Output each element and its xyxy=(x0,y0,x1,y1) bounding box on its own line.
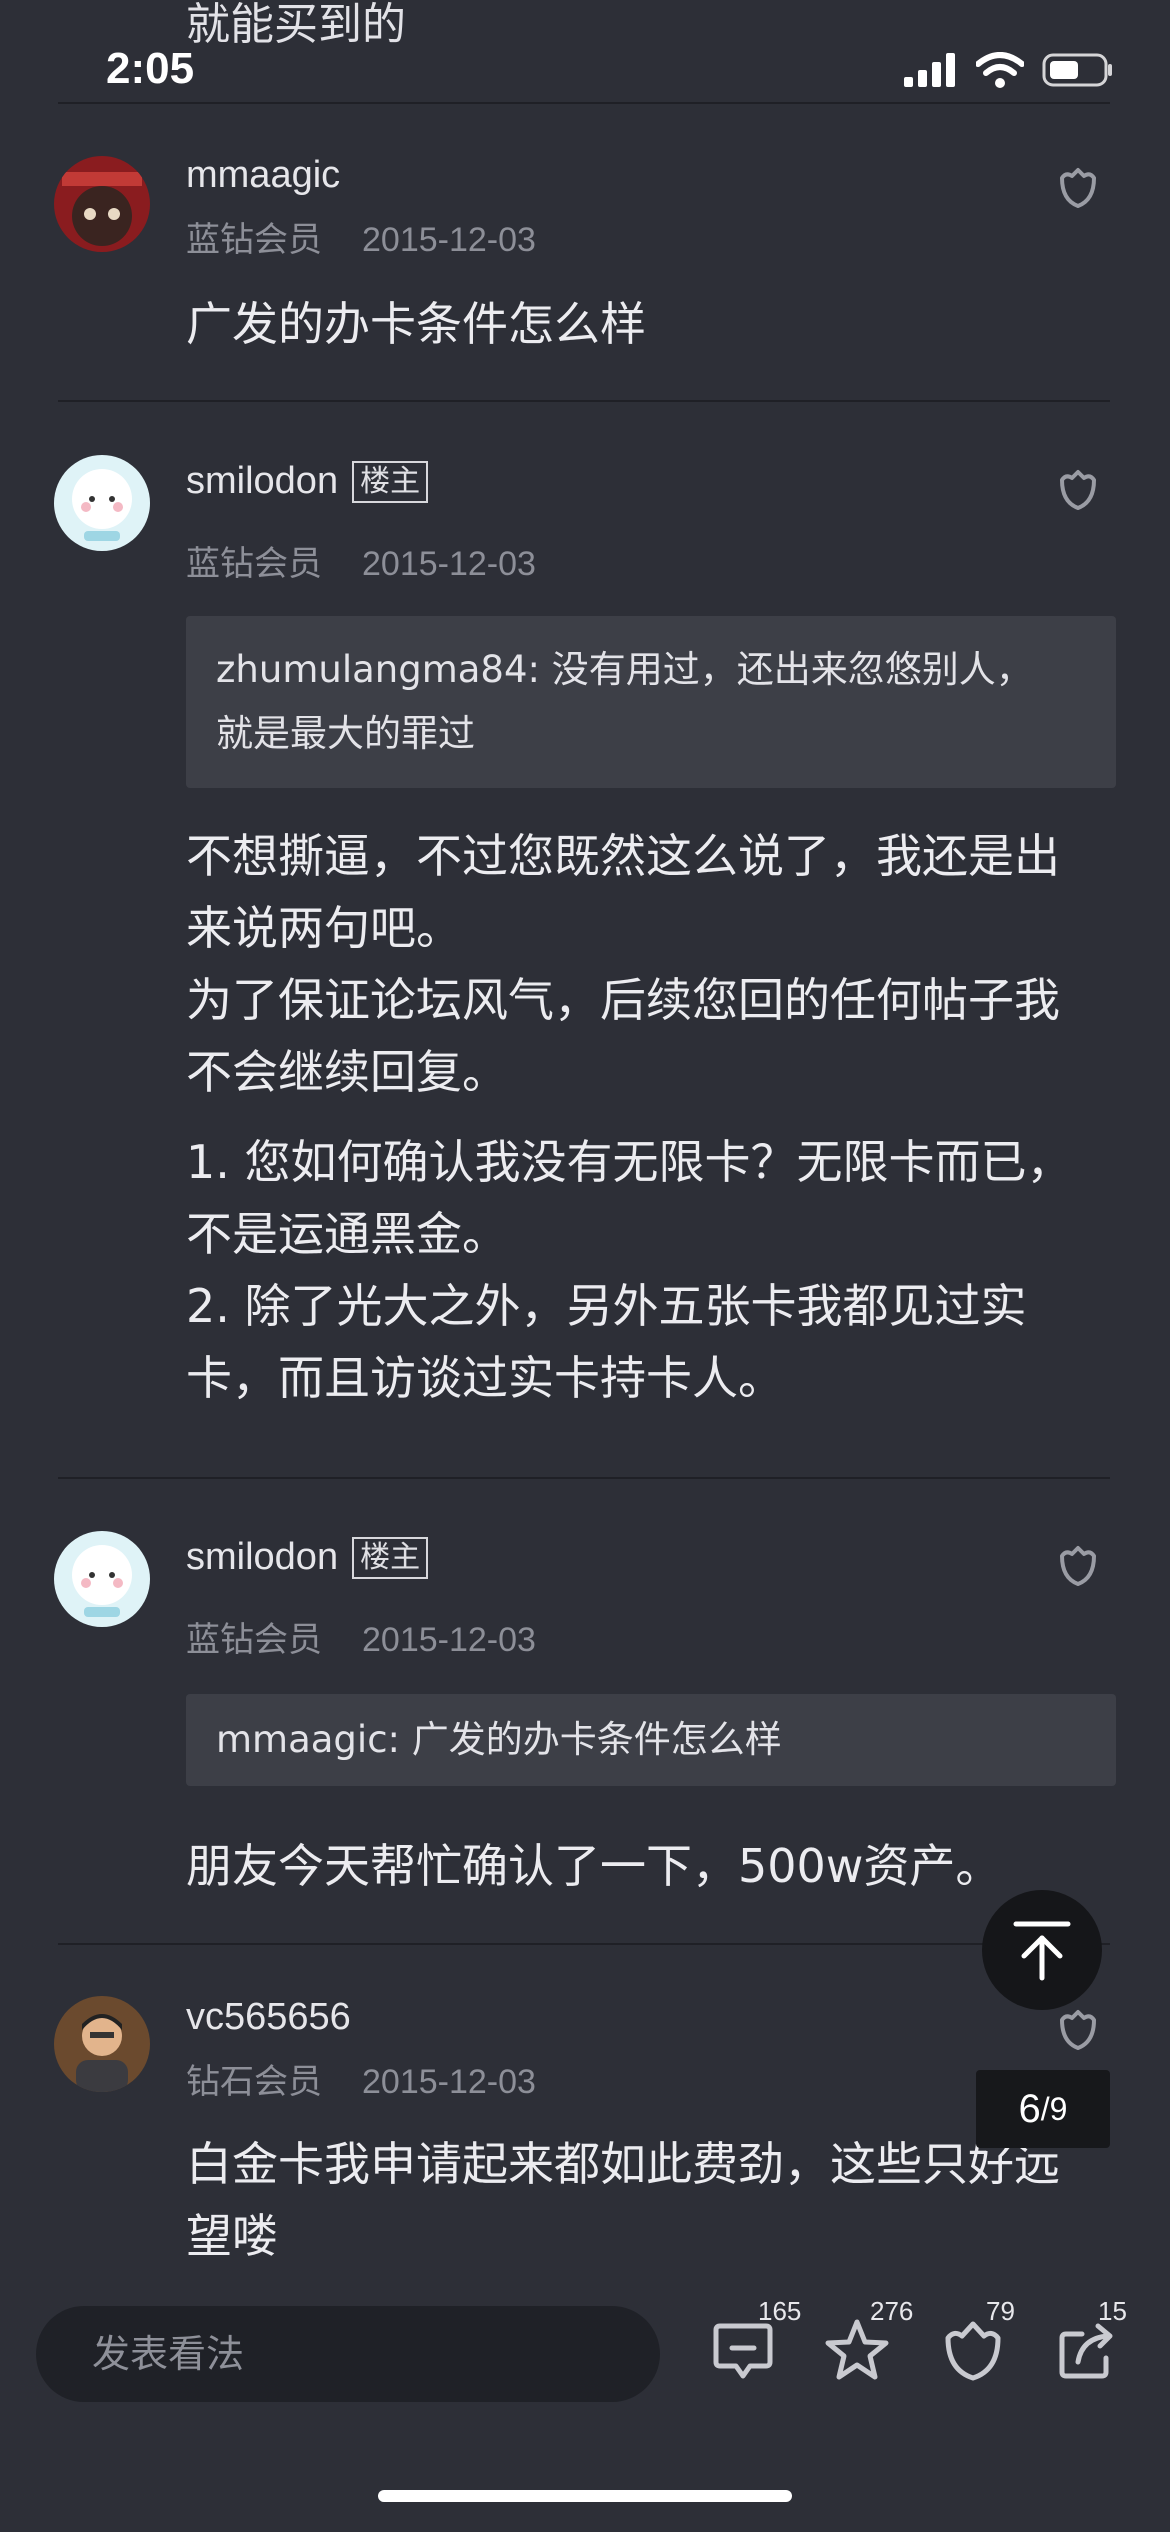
divider xyxy=(58,1943,1110,1945)
avatar[interactable] xyxy=(54,1996,150,2092)
post-body: 白金卡我申请起来都如此费劲，这些只好远 望喽 xyxy=(186,2128,1106,2272)
divider xyxy=(58,102,1110,104)
avatar[interactable] xyxy=(54,1531,150,1627)
post-date: 2015-12-03 xyxy=(362,2063,536,2101)
arrow-up-to-top-icon xyxy=(1013,1921,1071,1981)
body-line: 不是运通黑金。 xyxy=(186,1207,508,1261)
body-line: 望喽 xyxy=(186,2209,278,2263)
body-line: 白金卡我申请起来都如此费劲，这些只好远 xyxy=(186,2137,1060,2191)
quote-line: zhumulangma84: 没有用过，还出来忽悠别人， xyxy=(216,648,1033,691)
username[interactable]: vc565656 xyxy=(186,1996,351,2039)
like-icon[interactable] xyxy=(1052,1540,1104,1592)
quote-line: 就是最大的罪过 xyxy=(216,712,475,755)
cellular-signal-icon xyxy=(904,53,955,87)
scrolled-text-fragment: 就能买到的 xyxy=(186,0,406,50)
wifi-icon xyxy=(976,52,1024,88)
divider xyxy=(58,1477,1110,1479)
post-date: 2015-12-03 xyxy=(362,1621,536,1659)
post-body: 不想撕逼，不过您既然这么说了，我还是出 来说两句吧。 为了保证论坛风气，后续您回… xyxy=(186,820,1106,1414)
avatar[interactable] xyxy=(54,156,150,252)
page-indicator[interactable]: 6/9 xyxy=(976,2070,1110,2148)
like-icon[interactable] xyxy=(1052,2004,1104,2056)
member-rank: 蓝钻会员 xyxy=(186,544,322,584)
body-line: 为了保证论坛风气，后续您回的任何帖子我 xyxy=(186,973,1060,1027)
op-badge: 楼主 xyxy=(352,1536,429,1579)
username[interactable]: smilodon 楼主 xyxy=(186,460,429,503)
post-meta: 蓝钻会员 2015-12-03 xyxy=(186,212,536,261)
username-text[interactable]: mmaagic xyxy=(186,154,340,197)
avatar-image xyxy=(54,455,150,551)
comment-input[interactable]: 发表看法 xyxy=(36,2306,660,2402)
quoted-reply[interactable]: zhumulangma84: 没有用过，还出来忽悠别人， 就是最大的罪过 xyxy=(186,616,1116,788)
favorites-count: 276 xyxy=(870,2296,914,2326)
body-line: 广发的办卡条件怎么样 xyxy=(186,297,646,351)
username-text[interactable]: smilodon xyxy=(186,460,338,503)
avatar[interactable] xyxy=(54,455,150,551)
member-rank: 蓝钻会员 xyxy=(186,1620,322,1660)
member-rank: 蓝钻会员 xyxy=(186,220,322,260)
body-line: 不想撕逼，不过您既然这么说了，我还是出 xyxy=(186,829,1060,883)
current-page: 6 xyxy=(1018,2086,1041,2131)
like-icon[interactable] xyxy=(1052,162,1104,214)
home-indicator[interactable] xyxy=(378,2490,792,2502)
divider xyxy=(58,400,1110,402)
shares-count: 15 xyxy=(1098,2296,1127,2326)
quoted-reply[interactable]: mmaagic: 广发的办卡条件怎么样 xyxy=(186,1694,1116,1786)
username-text[interactable]: vc565656 xyxy=(186,1996,351,2039)
post-body: 朋友今天帮忙确认了一下，500w资产。 xyxy=(186,1830,1106,1902)
total-pages: /9 xyxy=(1040,2090,1068,2127)
quote-line: mmaagic: 广发的办卡条件怎么样 xyxy=(216,1718,782,1761)
likes-count: 79 xyxy=(986,2296,1015,2326)
body-line: 不会继续回复。 xyxy=(186,1045,508,1099)
avatar-image xyxy=(54,1996,150,2092)
comments-count: 165 xyxy=(758,2296,802,2326)
post-meta: 蓝钻会员 2015-12-03 xyxy=(186,1612,536,1661)
post-date: 2015-12-03 xyxy=(362,545,536,583)
body-line: 来说两句吧。 xyxy=(186,901,462,955)
post-meta: 蓝钻会员 2015-12-03 xyxy=(186,536,536,585)
op-badge: 楼主 xyxy=(352,460,429,503)
username-text[interactable]: smilodon xyxy=(186,1536,338,1579)
scroll-to-top-button[interactable] xyxy=(982,1890,1102,2010)
member-rank: 钻石会员 xyxy=(186,2062,322,2102)
post-date: 2015-12-03 xyxy=(362,221,536,259)
username[interactable]: mmaagic xyxy=(186,154,340,197)
battery-icon xyxy=(1042,53,1112,87)
status-bar: 就能买到的 2:05 xyxy=(0,0,1170,100)
post-meta: 钻石会员 2015-12-03 xyxy=(186,2054,536,2103)
like-icon[interactable] xyxy=(1052,464,1104,516)
body-line: 卡，而且访谈过实卡持卡人。 xyxy=(186,1351,784,1405)
avatar-image xyxy=(54,1531,150,1627)
username[interactable]: smilodon 楼主 xyxy=(186,1536,429,1579)
status-icons xyxy=(904,52,1114,88)
avatar-image xyxy=(54,156,150,252)
body-line: 2. 除了光大之外，另外五张卡我都见过实 xyxy=(186,1279,1027,1333)
body-line: 1. 您如何确认我没有无限卡？无限卡而已， xyxy=(186,1135,1073,1189)
status-time: 2:05 xyxy=(106,44,195,93)
body-line: 朋友今天帮忙确认了一下，500w资产。 xyxy=(186,1839,1002,1893)
post-body: 广发的办卡条件怎么样 xyxy=(186,288,1106,360)
